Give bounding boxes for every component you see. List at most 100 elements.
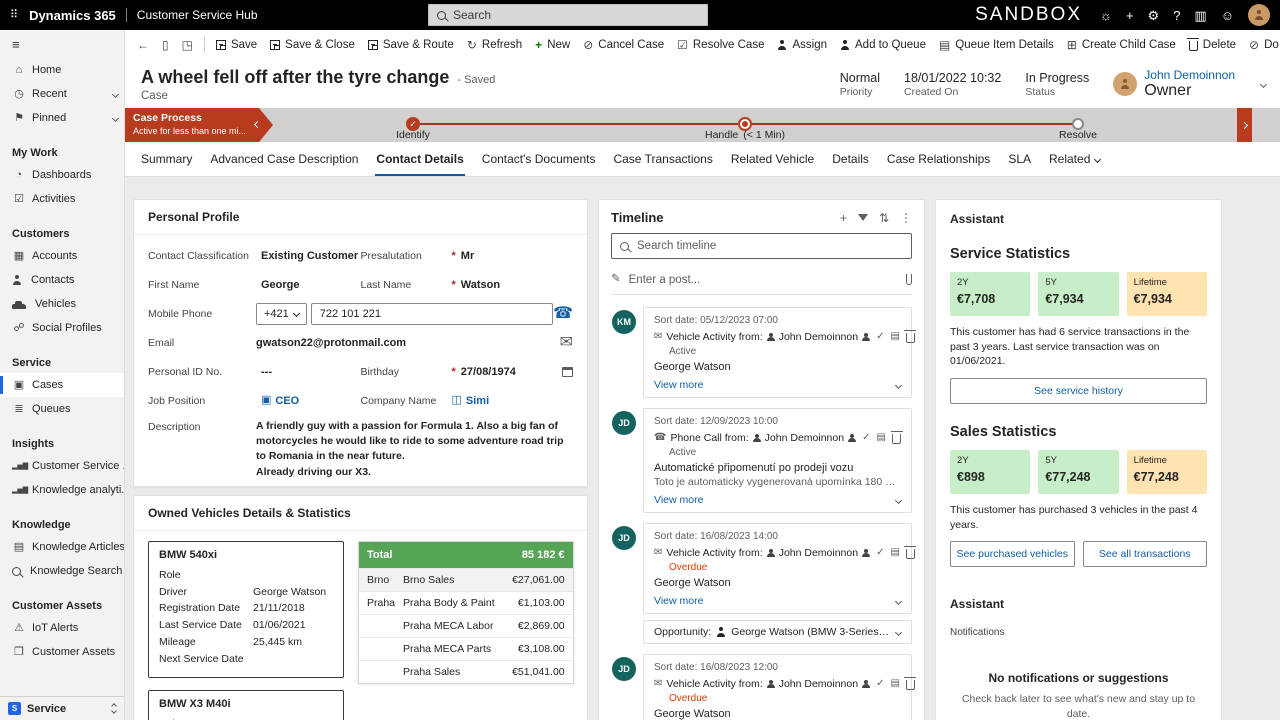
- timeline-entry[interactable]: JD Sort date: 16/08/2023 14:00 ✉ Vehicle…: [612, 523, 917, 614]
- chevron-down-icon[interactable]: [894, 496, 903, 504]
- field-personal-id[interactable]: Personal ID No. ---: [148, 366, 361, 378]
- field-value[interactable]: Mr: [461, 250, 474, 262]
- sort-icon[interactable]: ⇅: [879, 212, 889, 224]
- feedback-smiley-icon[interactable]: ☺: [1221, 9, 1234, 22]
- tab-sla[interactable]: SLA: [1000, 142, 1039, 176]
- sidebar-item-pinned[interactable]: ⚑ Pinned: [0, 106, 124, 130]
- popout-button[interactable]: ◳: [176, 35, 199, 55]
- post-composer[interactable]: ✎ Enter a post...: [611, 265, 912, 295]
- user-avatar[interactable]: [1248, 4, 1270, 26]
- tab-case-relationships[interactable]: Case Relationships: [879, 142, 998, 176]
- bpf-stage-resolve-label[interactable]: Resolve: [1059, 129, 1097, 141]
- opportunity-value[interactable]: George Watson (BMW 3-Series,4-Series): [731, 626, 891, 638]
- assign-icon[interactable]: [862, 680, 870, 688]
- sidebar-item-recent[interactable]: ◷ Recent: [0, 82, 124, 106]
- tab-related[interactable]: Related: [1041, 142, 1108, 176]
- collapse-header-chevron-icon[interactable]: [1259, 80, 1268, 88]
- timeline-entry[interactable]: KM Sort date: 05/12/2023 07:00 ✉ Vehicle…: [612, 307, 917, 398]
- close-activity-check-icon[interactable]: ✓: [876, 548, 884, 558]
- field-company-name[interactable]: Company Name ◫ Simi: [361, 395, 574, 407]
- open-record-icon[interactable]: ▤: [877, 433, 886, 443]
- delete-icon[interactable]: [904, 546, 917, 559]
- back-button[interactable]: ←: [131, 35, 155, 55]
- view-more-link[interactable]: View more: [654, 494, 703, 506]
- sidemap-toggle-icon[interactable]: ≡: [0, 30, 20, 58]
- chevron-down-icon[interactable]: [894, 381, 903, 389]
- delete-icon[interactable]: [890, 431, 903, 444]
- app-module-name[interactable]: Customer Service Hub: [137, 8, 258, 22]
- activity-actor[interactable]: John Demoinnon: [779, 547, 858, 559]
- queue-item-details-button[interactable]: ▤ Queue Item Details: [933, 35, 1060, 55]
- view-more-link[interactable]: View more: [654, 595, 703, 607]
- field-contact-classification[interactable]: Contact Classification Existing Customer: [148, 250, 361, 262]
- bpf-next-stage-button[interactable]: [1237, 108, 1252, 142]
- see-purchased-vehicles-button[interactable]: See purchased vehicles: [950, 541, 1075, 568]
- sidebar-item-queues[interactable]: ≣ Queues: [0, 397, 124, 421]
- field-first-name[interactable]: First Name George: [148, 279, 361, 291]
- tab-details[interactable]: Details: [824, 142, 877, 176]
- lightbulb-icon[interactable]: ☼: [1100, 9, 1112, 22]
- filter-funnel-icon[interactable]: [857, 214, 868, 221]
- vehicle-card[interactable]: BMW X3 M40i Role DriverGeorge Watson Reg…: [148, 689, 344, 720]
- close-activity-check-icon[interactable]: ✓: [876, 332, 884, 342]
- calendar-icon[interactable]: [562, 366, 573, 377]
- app-brand[interactable]: Dynamics 365: [29, 8, 116, 23]
- cancel-case-button[interactable]: ⊘ Cancel Case: [577, 35, 670, 55]
- help-icon[interactable]: ?: [1173, 9, 1180, 22]
- vehicle-card[interactable]: BMW 540xi Role Driver George Watson Regis…: [148, 540, 344, 678]
- assign-icon[interactable]: [848, 434, 856, 442]
- create-timeline-record-plus-icon[interactable]: +: [840, 212, 847, 224]
- bpf-stage-identify-label[interactable]: Identify: [396, 129, 430, 141]
- chevron-down-icon[interactable]: [894, 597, 903, 605]
- mobile-phone-input[interactable]: 722 101 221: [310, 302, 554, 325]
- app-launcher-waffle-icon[interactable]: ⠿: [10, 9, 19, 21]
- global-search-input[interactable]: Search: [428, 4, 708, 26]
- sidebar-item-iot-alerts[interactable]: ⚠ IoT Alerts: [0, 616, 124, 640]
- delete-icon[interactable]: [904, 677, 917, 690]
- email-icon[interactable]: ✉: [560, 334, 573, 351]
- device-icon[interactable]: ▥: [1194, 9, 1206, 22]
- phone-country-select[interactable]: +421: [256, 302, 307, 325]
- sidebar-item-contacts[interactable]: Contacts: [0, 268, 124, 292]
- email-value[interactable]: gwatson22@protonmail.com: [256, 337, 406, 349]
- delete-icon[interactable]: [904, 330, 917, 343]
- resolve-case-button[interactable]: ☑ Resolve Case: [671, 35, 770, 55]
- sidebar-item-home[interactable]: ⌂ Home: [0, 58, 124, 82]
- attachment-paperclip-icon[interactable]: [906, 274, 912, 285]
- sidebar-item-knowledge-articles[interactable]: ▤ Knowledge Articles: [0, 535, 124, 559]
- save-and-close-button[interactable]: Save & Close: [264, 35, 361, 55]
- close-activity-check-icon[interactable]: ✓: [862, 433, 870, 443]
- sidebar-item-customer-assets[interactable]: ❒ Customer Assets: [0, 640, 124, 664]
- settings-gear-icon[interactable]: ⚙: [1148, 9, 1160, 22]
- do-not-decrement-button[interactable]: ⊘ Do Not Decrement En...: [1243, 35, 1280, 55]
- field-value[interactable]: Watson: [461, 279, 500, 291]
- field-presalutation[interactable]: Presalutation * Mr: [361, 250, 574, 262]
- area-switcher[interactable]: S Service: [0, 696, 124, 720]
- field-last-name[interactable]: Last Name * Watson: [361, 279, 574, 291]
- tab-summary[interactable]: Summary: [133, 142, 200, 176]
- activity-actor[interactable]: John Demoinnon: [765, 432, 844, 444]
- show-as-button[interactable]: ▯: [156, 35, 175, 55]
- timeline-entry[interactable]: JD Sort date: 16/08/2023 12:00 ✉ Vehicle…: [612, 654, 917, 720]
- timeline-search-input[interactable]: Search timeline: [611, 233, 912, 259]
- see-all-transactions-button[interactable]: See all transactions: [1082, 541, 1207, 568]
- call-phone-icon[interactable]: ☎: [553, 305, 573, 322]
- sidebar-item-accounts[interactable]: ▦ Accounts: [0, 244, 124, 268]
- new-button[interactable]: + New: [529, 35, 576, 55]
- field-job-position[interactable]: Job Position ▣ CEO: [148, 395, 361, 407]
- assign-icon[interactable]: [862, 333, 870, 341]
- field-value[interactable]: Existing Customer: [261, 250, 358, 262]
- open-record-icon[interactable]: ▤: [890, 548, 899, 558]
- timeline-opportunity-row[interactable]: Opportunity: George Watson (BMW 3-Series…: [643, 620, 912, 644]
- create-child-case-button[interactable]: ⊞ Create Child Case: [1061, 35, 1182, 55]
- sidebar-item-social-profiles[interactable]: ☍ Social Profiles: [0, 316, 124, 340]
- job-position-link[interactable]: ▣ CEO: [261, 395, 299, 407]
- sidebar-item-activities[interactable]: ☑ Activities: [0, 187, 124, 211]
- tab-related-vehicle[interactable]: Related Vehicle: [723, 142, 822, 176]
- assign-icon[interactable]: [862, 549, 870, 557]
- timeline-more-commands-icon[interactable]: ⋮: [900, 212, 912, 224]
- close-activity-check-icon[interactable]: ✓: [876, 679, 884, 689]
- see-service-history-button[interactable]: See service history: [950, 378, 1207, 405]
- header-field-owner[interactable]: John Demoinnon Owner: [1113, 68, 1235, 100]
- timeline-entry[interactable]: JD Sort date: 12/09/2023 10:00 ☎ Phone C…: [612, 408, 912, 513]
